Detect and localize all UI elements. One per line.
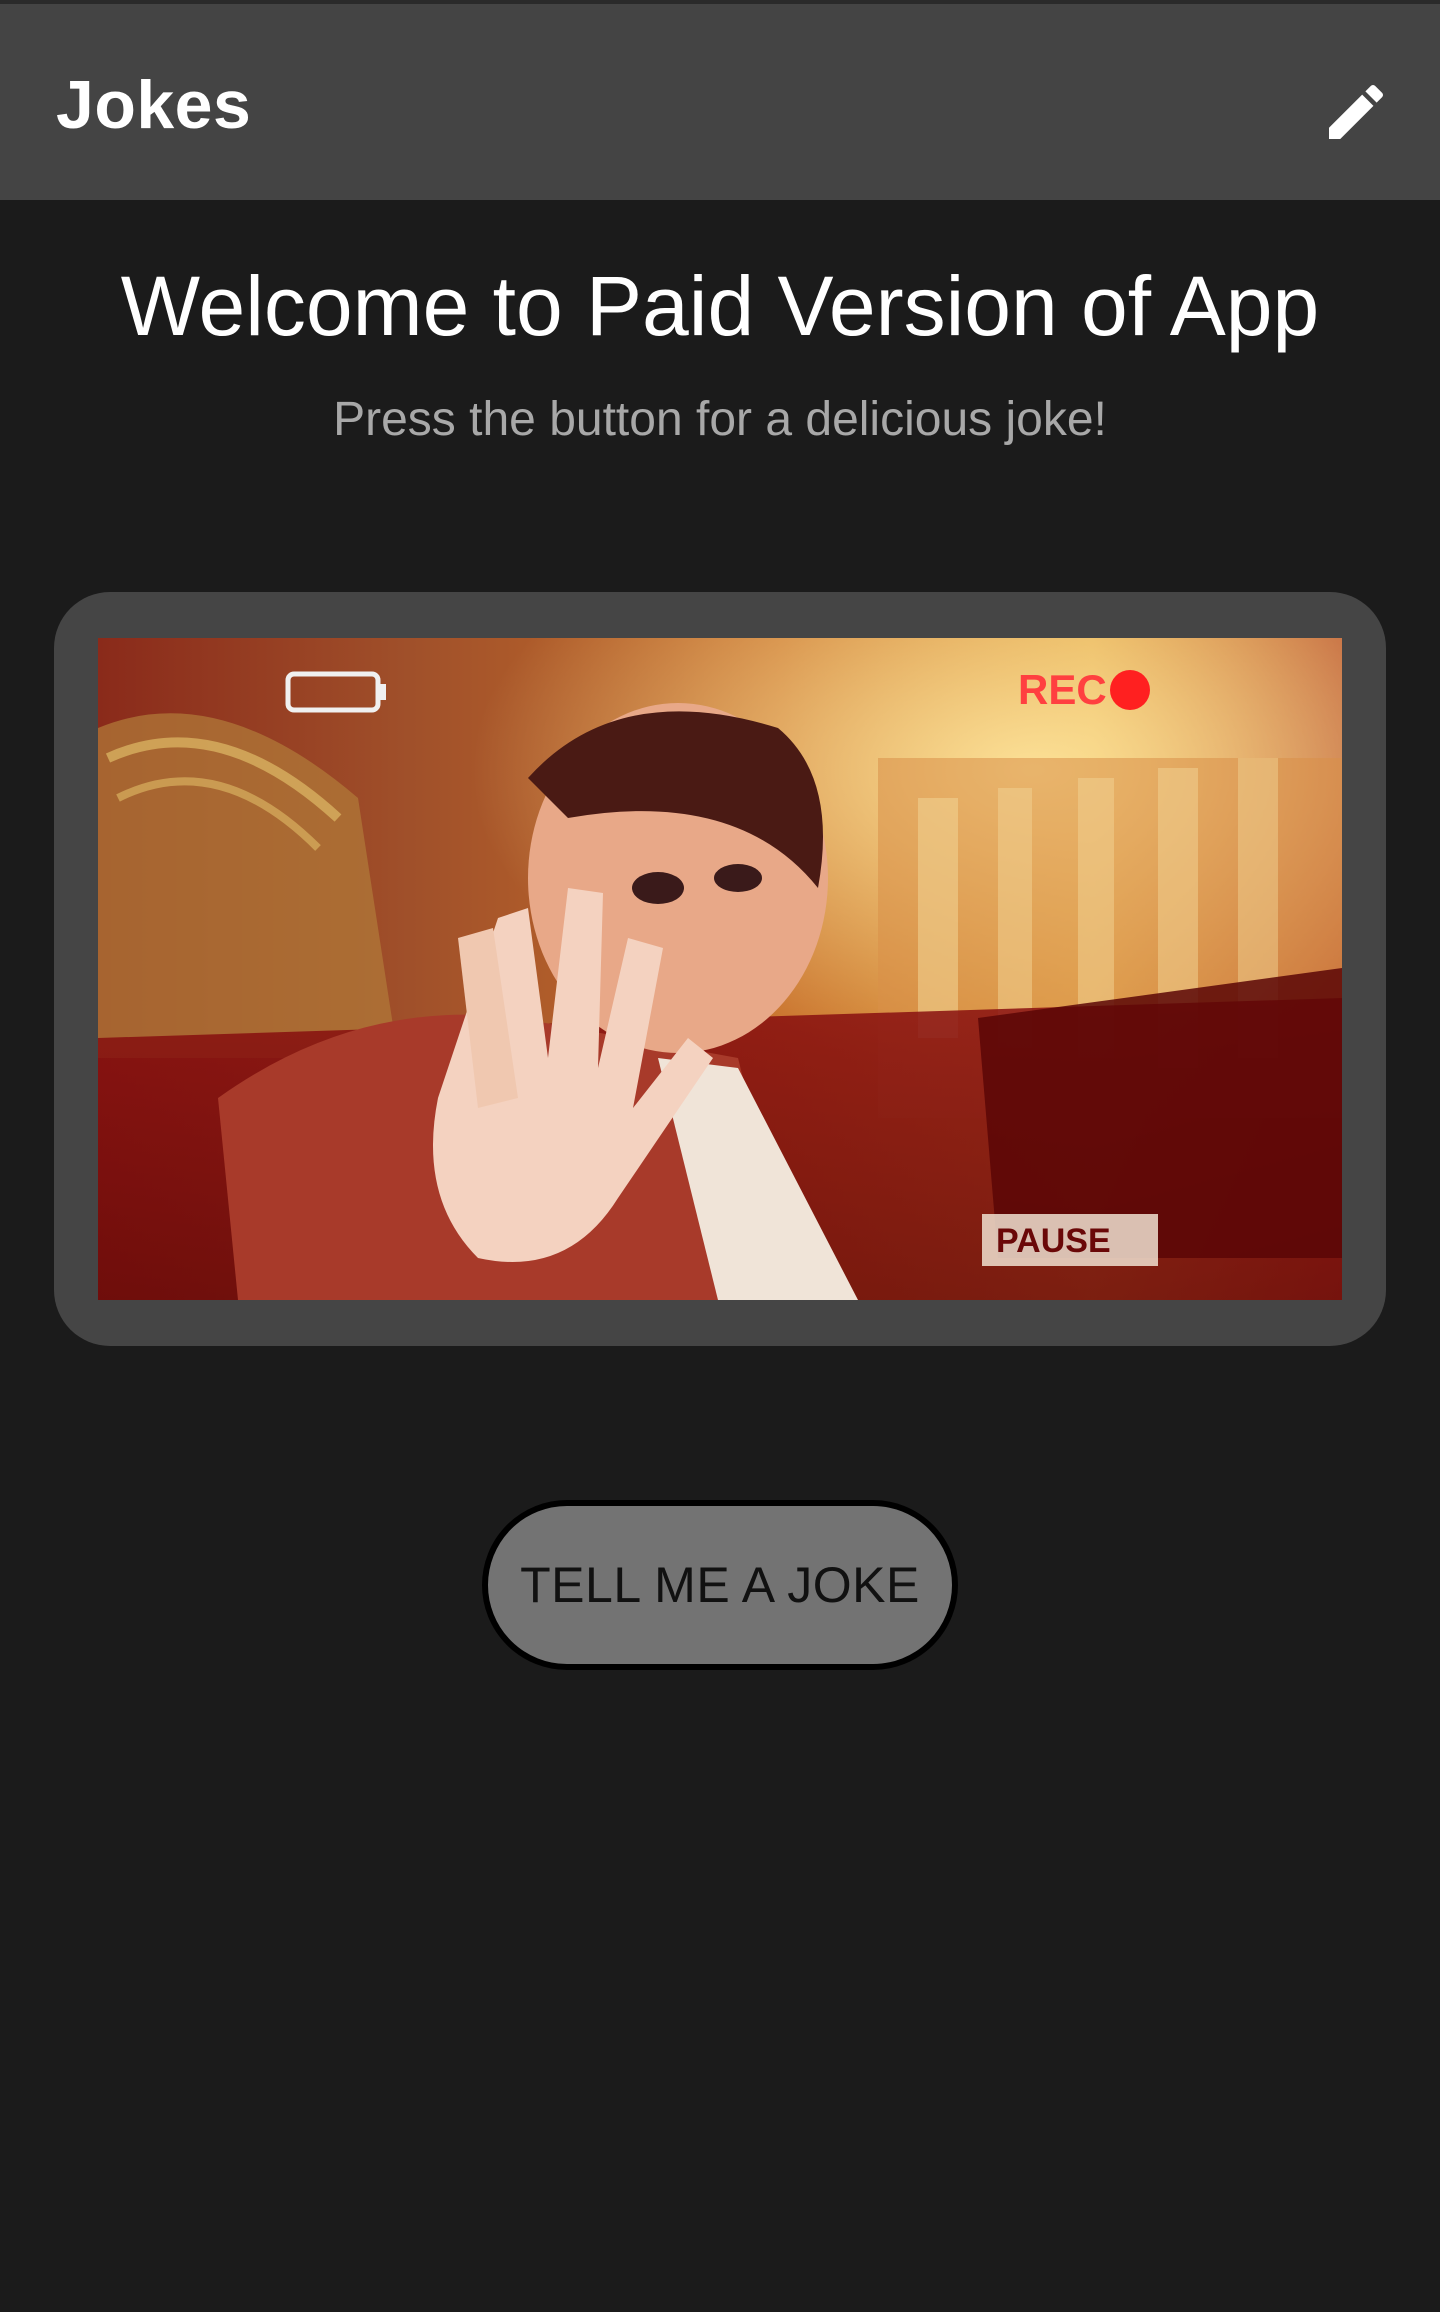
welcome-heading: Welcome to Paid Version of App [120, 259, 1320, 353]
app-bar: Jokes [0, 4, 1440, 200]
svg-text:REC: REC [1018, 666, 1107, 713]
joke-image: REC PAUSE [98, 638, 1342, 1300]
joke-image-card: REC PAUSE [54, 592, 1386, 1346]
app-title: Jokes [56, 67, 252, 143]
edit-button[interactable] [1308, 64, 1404, 160]
svg-text:PAUSE: PAUSE [996, 1222, 1111, 1260]
pencil-icon [1329, 84, 1384, 139]
tell-joke-button[interactable]: TELL ME A JOKE [482, 1500, 958, 1670]
subtitle-text: Press the button for a delicious joke! [333, 393, 1107, 446]
